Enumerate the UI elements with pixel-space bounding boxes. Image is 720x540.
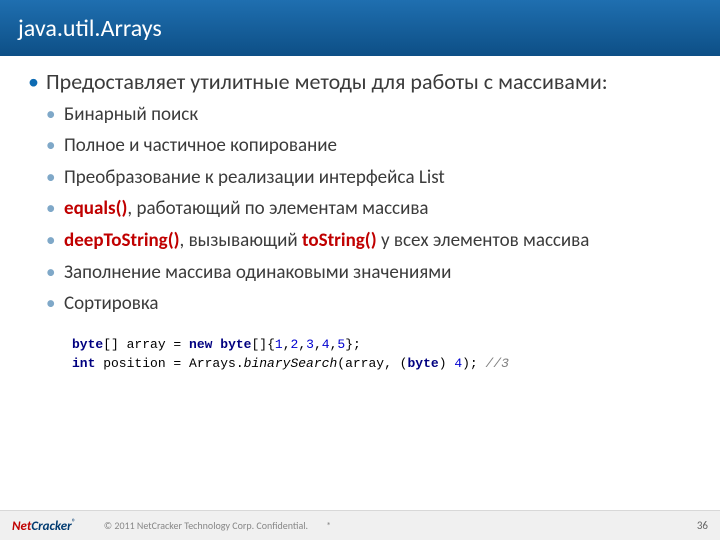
sub-bullet-6: Заполнение массива одинаковыми значениям… (46, 260, 692, 286)
sub-bullet-4: equals(), работающий по элементам массив… (46, 196, 692, 222)
code-example: byte[] array = new byte[]{1,2,3,4,5}; in… (72, 335, 692, 374)
footer: NetCracker® © 2011 NetCracker Technology… (0, 510, 720, 540)
logo-registered: ® (72, 517, 76, 527)
deeptostring-mid: , вызывающий (180, 229, 302, 252)
main-bullet: Предоставляет утилитные методы для работ… (28, 68, 692, 317)
deeptostring-code: deepToString() (64, 229, 180, 252)
code-line-2: int position = Arrays.binarySearch(array… (72, 354, 692, 374)
logo-net: Net (12, 519, 31, 534)
main-bullet-text: Предоставляет утилитные методы для работ… (46, 68, 608, 95)
copyright: © 2011 NetCracker Technology Corp. Confi… (104, 519, 308, 532)
sub-bullet-5: deepToString(), вызывающий toString() у … (46, 228, 692, 254)
deeptostring-rest: у всех элементов массива (377, 229, 590, 252)
code-line-1: byte[] array = new byte[]{1,2,3,4,5}; (72, 335, 692, 355)
slide-title: java.util.Arrays (18, 14, 162, 43)
page-number: 36 (697, 519, 708, 532)
equals-rest: , работающий по элементам массива (127, 197, 428, 220)
title-bar: java.util.Arrays (0, 0, 720, 56)
netcracker-logo: NetCracker® (12, 517, 76, 533)
equals-code: equals() (64, 197, 127, 220)
sub-bullet-1: Бинарный поиск (46, 102, 692, 128)
sub-bullet-2: Полное и частичное копирование (46, 133, 692, 159)
tostring-code: toString() (302, 229, 377, 252)
sub-bullet-3: Преобразование к реализации интерфейса L… (46, 165, 692, 191)
logo-cracker: Cracker (31, 519, 71, 534)
sub-bullet-7: Сортировка (46, 291, 692, 317)
slide-content: Предоставляет утилитные методы для работ… (0, 56, 720, 374)
footnote-star: * (326, 519, 331, 532)
